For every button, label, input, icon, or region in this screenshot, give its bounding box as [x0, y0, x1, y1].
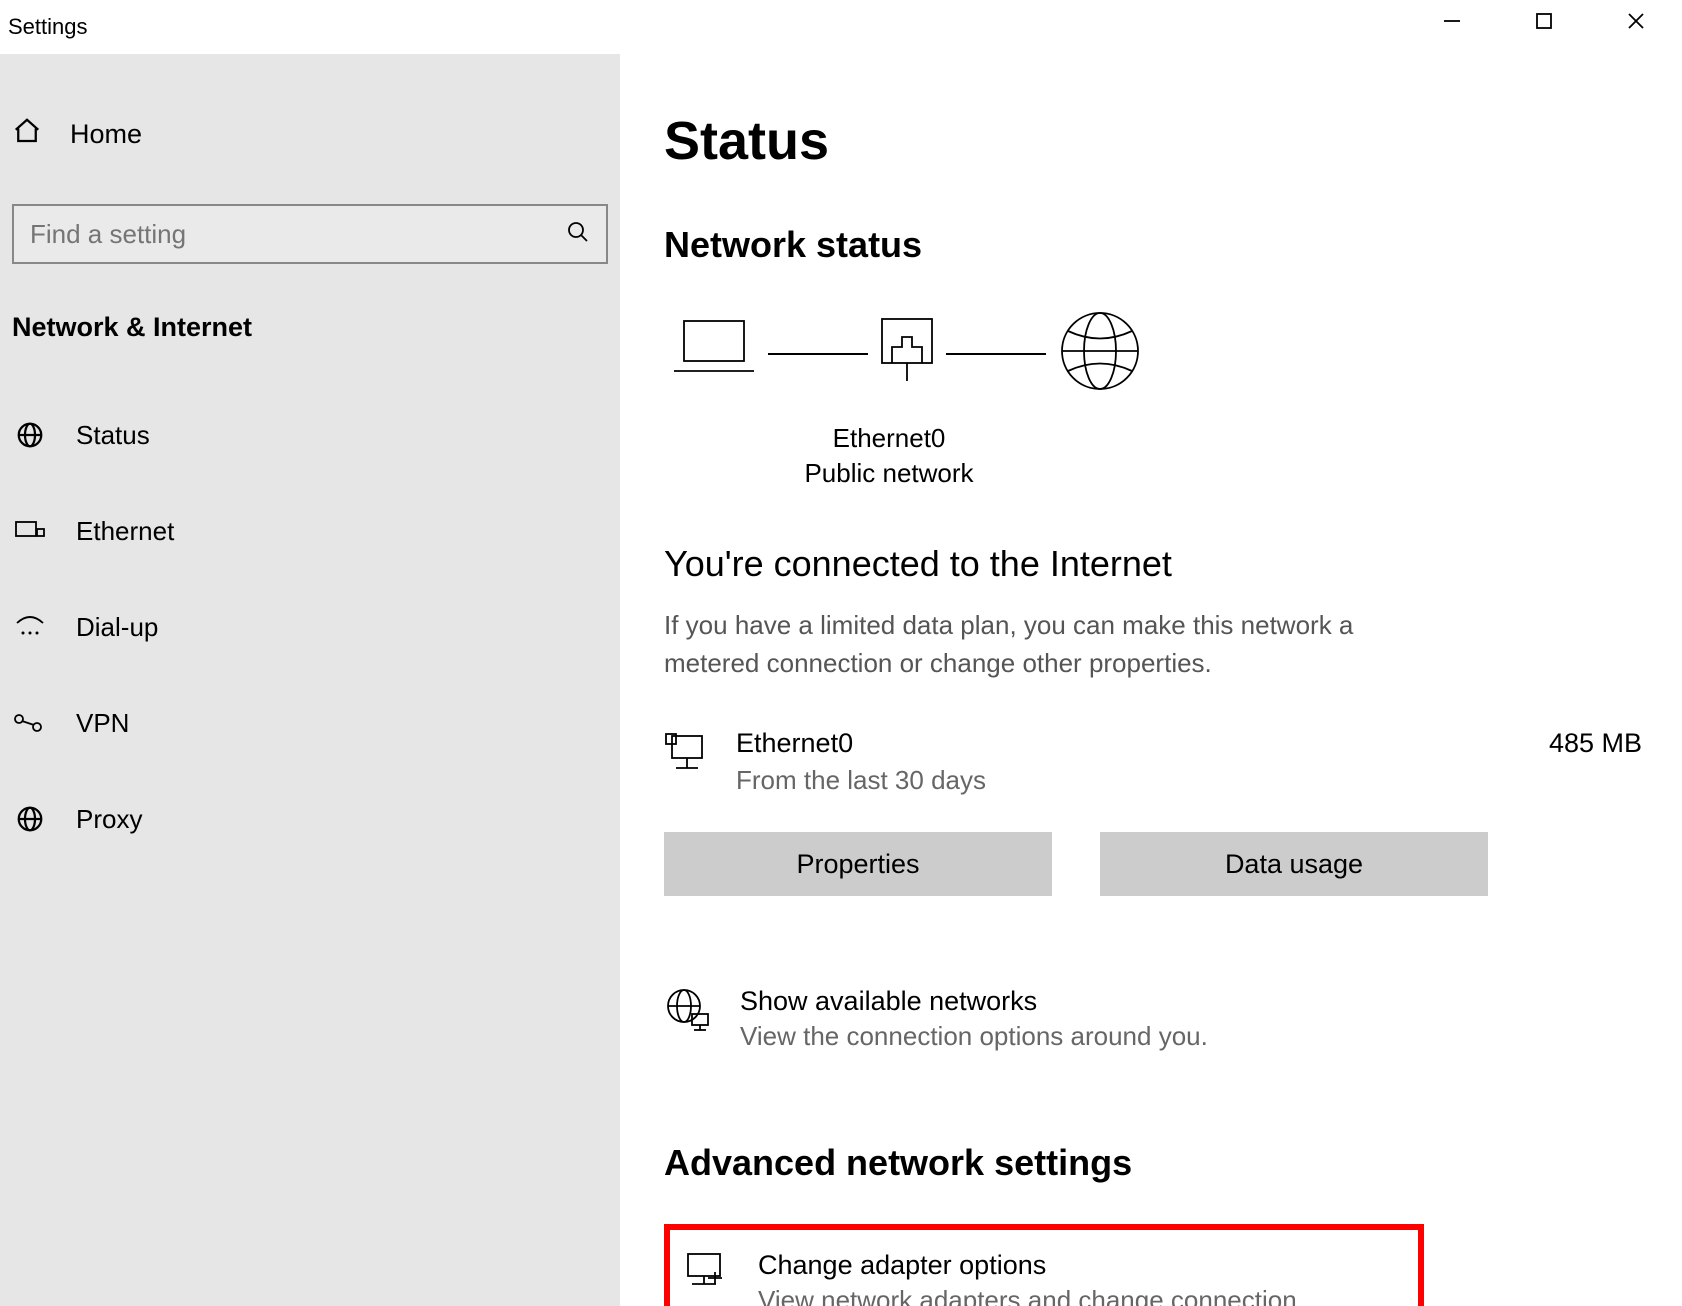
- proxy-icon: [12, 804, 48, 834]
- sidebar-item-label: Dial-up: [76, 612, 158, 643]
- ethernet-port-icon: [872, 311, 942, 396]
- data-usage-button[interactable]: Data usage: [1100, 832, 1488, 896]
- sidebar: Home Network & Internet Status: [0, 54, 620, 1306]
- connection-type: Public network: [514, 458, 1264, 489]
- laptop-icon: [664, 311, 764, 396]
- vpn-icon: [12, 713, 48, 733]
- connector-line: [946, 353, 1046, 355]
- minimize-button[interactable]: [1406, 0, 1498, 42]
- search-icon: [566, 220, 590, 249]
- connected-heading: You're connected to the Internet: [664, 543, 1642, 585]
- change-adapter-highlight: Change adapter options View network adap…: [664, 1224, 1424, 1306]
- dialup-icon: [12, 615, 48, 639]
- advanced-settings-heading: Advanced network settings: [664, 1142, 1642, 1184]
- show-available-networks[interactable]: Show available networks View the connect…: [664, 986, 1642, 1052]
- main-panel: Status Network status: [620, 54, 1682, 1306]
- home-icon: [12, 116, 42, 153]
- data-usage-button-label: Data usage: [1225, 849, 1363, 880]
- sidebar-item-label: VPN: [76, 708, 129, 739]
- connector-line: [768, 353, 868, 355]
- sidebar-item-ethernet[interactable]: Ethernet: [0, 495, 620, 567]
- connection-diagram: [664, 306, 1642, 401]
- change-adapter-subtitle: View network adapters and change connect…: [758, 1285, 1398, 1306]
- sidebar-item-label: Proxy: [76, 804, 142, 835]
- sidebar-section-title: Network & Internet: [12, 312, 620, 343]
- search-box[interactable]: [12, 204, 608, 264]
- ethernet-icon: [12, 519, 48, 543]
- sidebar-item-label: Ethernet: [76, 516, 174, 547]
- sidebar-item-dialup[interactable]: Dial-up: [0, 591, 620, 663]
- home-label: Home: [70, 119, 142, 150]
- properties-button[interactable]: Properties: [664, 832, 1052, 896]
- adapter-usage: 485 MB: [1549, 728, 1642, 759]
- show-networks-subtitle: View the connection options around you.: [740, 1021, 1208, 1052]
- network-status-heading: Network status: [664, 224, 1642, 266]
- sidebar-item-label: Status: [76, 420, 150, 451]
- properties-button-label: Properties: [796, 849, 919, 880]
- page-title: Status: [664, 110, 1642, 172]
- search-input[interactable]: [30, 219, 566, 250]
- adapter-name: Ethernet0: [736, 728, 1549, 759]
- adapter-subtitle: From the last 30 days: [736, 765, 1549, 796]
- title-bar: Settings: [0, 0, 1682, 54]
- adapter-options-icon: [682, 1250, 730, 1299]
- change-adapter-title: Change adapter options: [758, 1250, 1398, 1281]
- adapter-icon: [664, 728, 736, 781]
- show-networks-title: Show available networks: [740, 986, 1208, 1017]
- globe-monitor-icon: [664, 986, 712, 1039]
- change-adapter-options[interactable]: Change adapter options View network adap…: [682, 1250, 1398, 1306]
- window-title: Settings: [0, 14, 88, 40]
- internet-globe-icon: [1050, 306, 1150, 401]
- close-button[interactable]: [1590, 0, 1682, 42]
- sidebar-item-proxy[interactable]: Proxy: [0, 783, 620, 855]
- sidebar-item-vpn[interactable]: VPN: [0, 687, 620, 759]
- maximize-button[interactable]: [1498, 0, 1590, 42]
- connected-description: If you have a limited data plan, you can…: [664, 607, 1424, 682]
- globe-icon: [12, 420, 48, 450]
- connection-name: Ethernet0: [514, 423, 1264, 454]
- home-nav[interactable]: Home: [0, 104, 620, 164]
